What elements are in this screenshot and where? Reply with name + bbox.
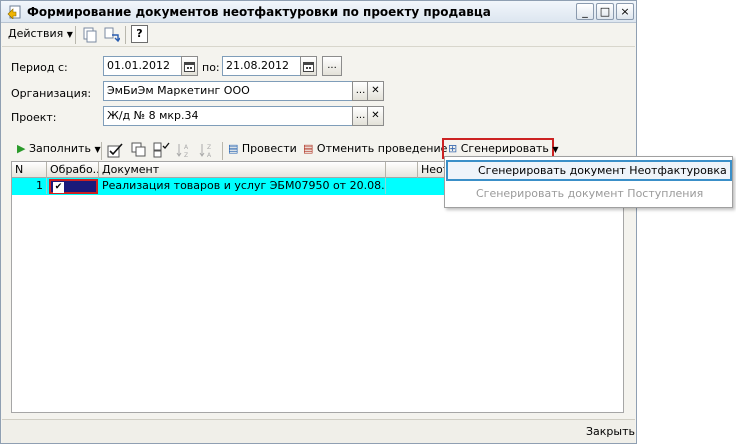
column-header-n[interactable]: N (12, 162, 47, 178)
toolbar-separator (75, 26, 76, 44)
sort-descending-icon: ZA (199, 144, 212, 158)
unpost-document-icon: ▤ (303, 142, 314, 155)
menu-item-generate-receipt: Сгенерировать документ Поступления (476, 187, 704, 200)
organization-label: Организация: (11, 87, 92, 100)
calendar-icon[interactable] (300, 56, 317, 76)
unpost-label: Отменить проведение (316, 142, 448, 155)
close-button[interactable]: Закрыть (586, 425, 635, 438)
toolbar-separator (222, 142, 223, 160)
chevron-down-icon: ▼ (94, 145, 101, 154)
svg-text:A: A (184, 144, 189, 151)
document-arrow-icon (7, 5, 21, 19)
maximize-button[interactable]: □ (596, 3, 614, 20)
svg-text:Z: Z (207, 144, 211, 151)
menu-item-label: Сгенерировать документ Неотфактуровка (478, 164, 727, 177)
column-header-blank[interactable] (386, 162, 418, 178)
sort-ascending-icon: AZ (176, 144, 189, 158)
navigate-arrow-icon[interactable] (104, 27, 120, 43)
project-label: Проект: (11, 111, 57, 124)
period-select-button[interactable]: ... (322, 56, 342, 76)
organization-field[interactable]: ЭмБиЭм Маркетинг ООО (103, 81, 353, 101)
check-all-icon[interactable] (107, 142, 124, 158)
fill-label: Заполнить (28, 142, 91, 155)
copy-document-icon[interactable] (82, 27, 98, 43)
post-label: Провести (241, 142, 297, 155)
menu-item-generate-non-invoiced[interactable]: Сгенерировать документ Неотфактуровка (446, 160, 732, 181)
main-window: Формирование документов неотфактуровки п… (0, 0, 637, 444)
unpost-button[interactable]: ▤ Отменить проведение (303, 140, 447, 160)
column-header-document[interactable]: Документ (99, 162, 386, 178)
chevron-down-icon: ▼ (552, 145, 559, 154)
uncheck-all-icon[interactable] (153, 142, 170, 158)
period-to-field[interactable]: 21.08.2012 (222, 56, 301, 76)
top-toolbar: Действия ▼ ? (2, 23, 635, 47)
toolbar-separator (101, 142, 102, 160)
processed-cell[interactable]: ✔ (49, 179, 98, 194)
clear-icon[interactable]: ✕ (367, 81, 384, 101)
svg-text:A: A (207, 152, 212, 158)
column-header-processed[interactable]: Обрабо... (47, 162, 99, 178)
actions-label: Действия (8, 27, 64, 40)
toolbar-separator (125, 26, 126, 44)
play-arrow-icon: ▶ (17, 142, 26, 155)
help-button[interactable]: ? (131, 25, 148, 43)
chevron-down-icon: ▼ (66, 30, 73, 39)
post-button[interactable]: ▤ Провести (228, 140, 297, 160)
svg-text:Z: Z (184, 152, 188, 158)
close-window-button[interactable]: × (616, 3, 634, 20)
project-field[interactable]: Ж/д № 8 мкр.34 (103, 106, 353, 126)
processed-checkbox[interactable]: ✔ (53, 182, 64, 193)
generate-label: Сгенерировать (460, 142, 549, 155)
period-from-field[interactable]: 01.01.2012 (103, 56, 182, 76)
row-number: 1 (12, 178, 47, 194)
title-bar: Формирование документов неотфактуровки п… (1, 1, 636, 23)
actions-menu-button[interactable]: Действия ▼ (8, 25, 73, 45)
generate-dropdown-menu: Сгенерировать документ Неотфактуровка Сг… (444, 156, 733, 208)
minimize-button[interactable]: _ (576, 3, 594, 20)
calendar-icon[interactable] (181, 56, 198, 76)
post-document-icon: ▤ (228, 142, 239, 155)
clear-icon[interactable]: ✕ (367, 106, 384, 126)
period-to-label: по: (202, 61, 220, 74)
document-cell: Реализация товаров и услуг ЭБМ07950 от 2… (99, 178, 386, 194)
fill-menu-button[interactable]: ▶ Заполнить ▼ (17, 140, 101, 160)
period-from-label: Период с: (11, 61, 68, 74)
window-title: Формирование документов неотфактуровки п… (27, 5, 491, 19)
copy-rows-icon[interactable] (130, 142, 147, 158)
generate-icon: ⊞ (448, 142, 458, 155)
bottom-bar: Закрыть (2, 419, 635, 443)
